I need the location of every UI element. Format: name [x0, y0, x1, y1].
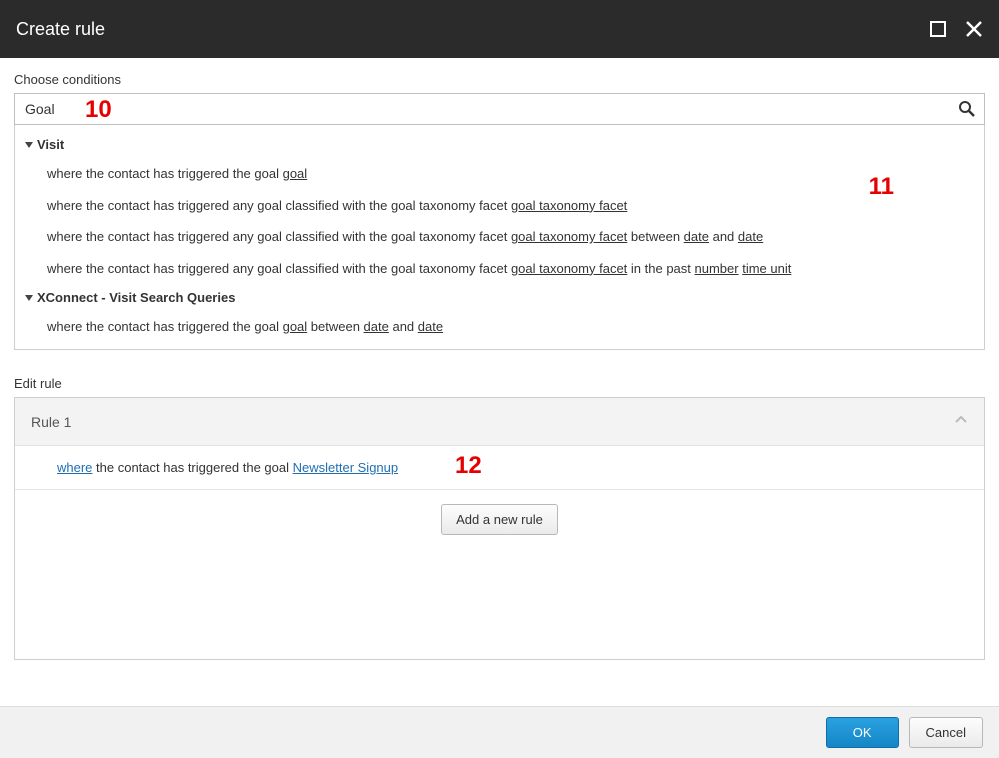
dialog-footer: OK Cancel — [0, 706, 999, 758]
condition-text: where the contact has triggered any goal… — [47, 261, 511, 276]
window-title: Create rule — [16, 19, 105, 40]
condition-param[interactable]: date — [418, 319, 443, 334]
condition-text: in the past — [627, 261, 694, 276]
rule-goal-value-link[interactable]: Newsletter Signup — [293, 460, 399, 475]
annotation-12: 12 — [455, 452, 482, 480]
rule-name: Rule 1 — [31, 414, 71, 430]
condition-item[interactable]: where the contact has triggered any goal… — [19, 221, 984, 253]
condition-param[interactable]: goal — [283, 166, 308, 181]
condition-item[interactable]: where the contact has triggered any goal… — [19, 253, 984, 285]
chevron-down-icon — [25, 142, 33, 148]
condition-text: where the contact has triggered the goal — [47, 319, 283, 334]
window-controls — [929, 20, 983, 38]
condition-text: where the contact has triggered any goal… — [47, 198, 511, 213]
condition-text: between — [307, 319, 363, 334]
dialog-body: Choose conditions 10 11 Visit where the … — [0, 58, 999, 660]
cancel-button[interactable]: Cancel — [909, 717, 983, 748]
condition-param[interactable]: goal taxonomy facet — [511, 229, 627, 244]
condition-text: and — [709, 229, 738, 244]
search-row: 10 — [14, 93, 985, 125]
titlebar: Create rule — [0, 0, 999, 58]
group-label: XConnect - Visit Search Queries — [37, 290, 235, 305]
close-icon[interactable] — [965, 20, 983, 38]
rule-expression: where the contact has triggered the goal… — [15, 446, 984, 490]
search-input[interactable] — [15, 101, 950, 117]
group-header-xconnect[interactable]: XConnect - Visit Search Queries — [19, 284, 984, 311]
condition-param[interactable]: date — [738, 229, 763, 244]
condition-item[interactable]: where the contact has triggered the goal… — [19, 311, 984, 343]
rule-where-link[interactable]: where — [57, 460, 92, 475]
condition-item[interactable]: where the contact has triggered the goal… — [19, 158, 984, 190]
chevron-up-icon[interactable] — [954, 413, 968, 430]
add-new-rule-button[interactable]: Add a new rule — [441, 504, 558, 535]
condition-text: where the contact has triggered any goal… — [47, 229, 511, 244]
condition-param[interactable]: date — [684, 229, 709, 244]
rule-actions: Add a new rule — [15, 490, 984, 549]
rule-panel: Rule 1 where the contact has triggered t… — [14, 397, 985, 660]
choose-conditions-label: Choose conditions — [14, 72, 985, 87]
rule-header[interactable]: Rule 1 — [15, 398, 984, 446]
group-label: Visit — [37, 137, 64, 152]
condition-param[interactable]: time unit — [742, 261, 791, 276]
condition-param[interactable]: goal taxonomy facet — [511, 198, 627, 213]
edit-rule-area: Edit rule Rule 1 where the contact has t… — [14, 376, 985, 660]
condition-item[interactable]: where the contact has triggered any goal… — [19, 190, 984, 222]
condition-param[interactable]: goal — [283, 319, 308, 334]
condition-text: between — [627, 229, 683, 244]
maximize-icon[interactable] — [929, 20, 947, 38]
condition-param[interactable]: number — [695, 261, 739, 276]
search-icon[interactable] — [950, 100, 984, 118]
group-header-visit[interactable]: Visit — [19, 131, 984, 158]
edit-rule-label: Edit rule — [14, 376, 985, 391]
conditions-listbox[interactable]: 11 Visit where the contact has triggered… — [14, 125, 985, 350]
condition-param[interactable]: goal taxonomy facet — [511, 261, 627, 276]
chevron-down-icon — [25, 295, 33, 301]
ok-button[interactable]: OK — [826, 717, 899, 748]
condition-param[interactable]: date — [364, 319, 389, 334]
rule-expression-text: the contact has triggered the goal — [92, 460, 292, 475]
condition-text: and — [389, 319, 418, 334]
rule-panel-empty-area — [15, 549, 984, 659]
condition-text: where the contact has triggered the goal — [47, 166, 283, 181]
